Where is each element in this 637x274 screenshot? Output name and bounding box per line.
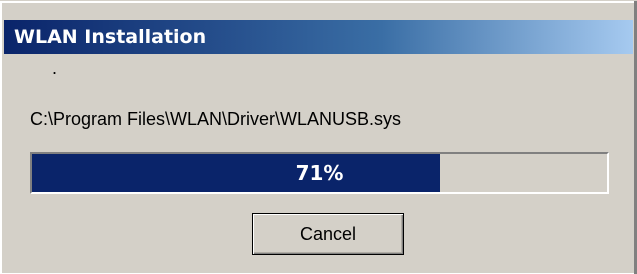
status-dot: . — [52, 58, 58, 78]
cancel-button-label: Cancel — [299, 223, 357, 244]
progress-percent-label: 71% — [295, 161, 344, 185]
title-bar[interactable]: WLAN Installation — [4, 20, 633, 54]
window-left-edge — [0, 1, 2, 274]
cancel-button[interactable]: Cancel — [252, 213, 404, 255]
installer-dialog: WLAN Installation . C:\Program Files\WLA… — [0, 0, 637, 274]
current-file-path: C:\Program Files\WLAN\Driver\WLANUSB.sys — [30, 109, 402, 129]
progress-bar: 71% — [30, 152, 609, 194]
window-top-edge — [0, 1, 637, 3]
window-title: WLAN Installation — [14, 26, 207, 48]
